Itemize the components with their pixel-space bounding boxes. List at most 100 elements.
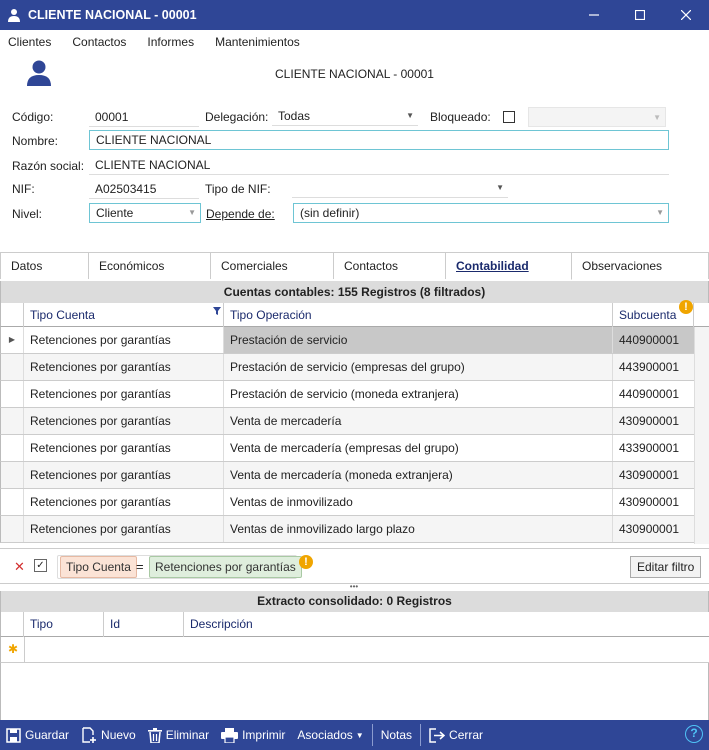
row-indicator[interactable] xyxy=(1,408,24,434)
cell-tipo-operacion[interactable]: Ventas de inmovilizado xyxy=(224,489,613,515)
table-row[interactable]: Retenciones por garantías Prestación de s… xyxy=(0,354,695,381)
tab-economicos[interactable]: Económicos xyxy=(89,252,211,279)
depende-de-link[interactable]: Depende de: xyxy=(206,207,275,221)
table-row[interactable]: ▶ Retenciones por garantías Prestación de … xyxy=(0,327,695,354)
cell-subcuenta[interactable]: 430900001 xyxy=(613,489,695,515)
cell-tipo-cuenta[interactable]: Retenciones por garantías xyxy=(24,381,224,407)
nif-field[interactable]: A02503415 xyxy=(89,179,199,199)
cell-subcuenta[interactable]: 443900001 xyxy=(613,354,695,380)
cell-tipo-cuenta[interactable]: Retenciones por garantías xyxy=(24,354,224,380)
guardar-button[interactable]: Guardar xyxy=(0,720,75,750)
column-tipo-operacion[interactable]: Tipo Operación xyxy=(224,303,613,327)
asociados-button[interactable]: Asociados ▼ xyxy=(291,720,369,750)
tab-datos[interactable]: Datos xyxy=(0,252,89,279)
cell-subcuenta[interactable]: 433900001 xyxy=(613,435,695,461)
notas-button[interactable]: Notas xyxy=(375,720,418,750)
tab-contabilidad[interactable]: Contabilidad xyxy=(446,252,572,280)
table-row[interactable]: Retenciones por garantías Venta de mercad… xyxy=(0,435,695,462)
column-id[interactable]: Id xyxy=(104,612,184,637)
row-indicator[interactable] xyxy=(1,516,24,542)
row-indicator[interactable] xyxy=(1,435,24,461)
cell-tipo-cuenta[interactable]: Retenciones por garantías xyxy=(24,489,224,515)
delegacion-select[interactable]: Todas ▼ xyxy=(272,106,418,126)
table-row[interactable]: Retenciones por garantías Ventas de inmov… xyxy=(0,489,695,516)
filter-operator[interactable]: = xyxy=(136,559,144,574)
chevron-down-icon: ▼ xyxy=(496,183,504,192)
tab-observaciones[interactable]: Observaciones xyxy=(572,252,709,279)
nif-label: NIF: xyxy=(12,182,35,196)
minimize-button[interactable] xyxy=(571,0,617,30)
cell-tipo-operacion[interactable]: Ventas de inmovilizado largo plazo xyxy=(224,516,613,542)
filter-value-chip[interactable]: Retenciones por garantías xyxy=(149,556,302,578)
filter-field-chip[interactable]: Tipo Cuenta xyxy=(60,556,137,578)
new-row[interactable]: ✱ xyxy=(0,637,709,663)
codigo-field[interactable]: 00001 xyxy=(89,107,199,127)
cell-tipo-cuenta[interactable]: Retenciones por garantías xyxy=(24,435,224,461)
bloqueado-checkbox[interactable] xyxy=(503,111,515,123)
column-descripcion[interactable]: Descripción xyxy=(184,612,709,637)
menu-clientes[interactable]: Clientes xyxy=(0,35,59,49)
help-icon[interactable]: ? xyxy=(685,725,703,743)
row-indicator[interactable] xyxy=(1,381,24,407)
cell-tipo-operacion[interactable]: Prestación de servicio (moneda extranjer… xyxy=(224,381,613,407)
cell-tipo-operacion[interactable]: Prestación de servicio xyxy=(224,327,613,353)
column-tipo-cuenta[interactable]: Tipo Cuenta xyxy=(24,303,224,327)
column-label: Id xyxy=(110,617,121,631)
razon-social-field[interactable]: CLIENTE NACIONAL xyxy=(89,155,669,175)
grid-header: Tipo Cuenta Tipo Operación Subcuenta ! xyxy=(0,300,709,327)
table-row[interactable]: Retenciones por garantías Venta de mercad… xyxy=(0,462,695,489)
table-row[interactable]: Retenciones por garantías Ventas de inmov… xyxy=(0,516,695,543)
grid-scrollbar[interactable] xyxy=(694,327,709,544)
filter-icon[interactable] xyxy=(213,307,221,315)
tipo-nif-select[interactable]: ▼ xyxy=(292,178,508,198)
table-row[interactable]: Retenciones por garantías Venta de mercad… xyxy=(0,408,695,435)
notas-label: Notas xyxy=(380,728,413,742)
row-indicator[interactable]: ▶ xyxy=(1,327,24,353)
row-indicator[interactable] xyxy=(1,462,24,488)
row-indicator-header xyxy=(1,303,24,327)
clear-filter-icon[interactable]: ✕ xyxy=(14,559,25,575)
cell-tipo-cuenta[interactable]: Retenciones por garantías xyxy=(24,462,224,488)
table-row[interactable]: Retenciones por garantías Prestación de s… xyxy=(0,381,695,408)
splitter-handle[interactable]: ••• xyxy=(346,583,362,591)
printer-icon xyxy=(221,727,239,743)
eliminar-button[interactable]: Eliminar xyxy=(142,720,215,750)
cell-subcuenta[interactable]: 440900001 xyxy=(613,327,695,353)
menu-informes[interactable]: Informes xyxy=(139,35,202,49)
menu-mantenimientos[interactable]: Mantenimientos xyxy=(207,35,308,49)
bloqueado-reason-select[interactable]: ▼ xyxy=(528,107,666,127)
cell-subcuenta[interactable]: 430900001 xyxy=(613,408,695,434)
nuevo-button[interactable]: Nuevo xyxy=(75,720,142,750)
cell-tipo-operacion[interactable]: Prestación de servicio (empresas del gru… xyxy=(224,354,613,380)
cell-subcuenta[interactable]: 430900001 xyxy=(613,516,695,542)
edit-filter-button[interactable]: Editar filtro xyxy=(630,556,702,578)
cell-subcuenta[interactable]: 440900001 xyxy=(613,381,695,407)
maximize-button[interactable] xyxy=(617,0,663,30)
cell-tipo-cuenta[interactable]: Retenciones por garantías xyxy=(24,408,224,434)
cell-tipo-operacion[interactable]: Venta de mercadería (moneda extranjera) xyxy=(224,462,613,488)
nombre-label: Nombre: xyxy=(12,134,59,148)
cerrar-button[interactable]: Cerrar xyxy=(423,720,489,750)
cell-tipo-operacion[interactable]: Venta de mercadería xyxy=(224,408,613,434)
row-indicator[interactable] xyxy=(1,489,24,515)
codigo-label: Código: xyxy=(12,110,54,124)
tab-comerciales[interactable]: Comerciales xyxy=(211,252,334,279)
menu-contactos[interactable]: Contactos xyxy=(64,35,134,49)
close-icon xyxy=(681,10,691,20)
tab-contactos[interactable]: Contactos xyxy=(334,252,446,279)
cell-tipo-cuenta[interactable]: Retenciones por garantías xyxy=(24,327,224,353)
cell-subcuenta[interactable]: 430900001 xyxy=(613,462,695,488)
delegacion-label: Delegación: xyxy=(205,110,269,124)
imprimir-button[interactable]: Imprimir xyxy=(215,720,291,750)
cell-tipo-cuenta[interactable]: Retenciones por garantías xyxy=(24,516,224,542)
cell-tipo-operacion[interactable]: Venta de mercadería (empresas del grupo) xyxy=(224,435,613,461)
row-indicator[interactable] xyxy=(1,354,24,380)
nivel-select[interactable]: Cliente ▼ xyxy=(89,203,201,223)
filter-enabled-checkbox[interactable]: ✓ xyxy=(34,559,47,572)
column-tipo[interactable]: Tipo xyxy=(24,612,104,637)
depende-de-select[interactable]: (sin definir) ▼ xyxy=(293,203,669,223)
filter-bar: ✕ ✓ Tipo Cuenta = Retenciones por garant… xyxy=(0,548,709,584)
guardar-label: Guardar xyxy=(25,728,70,742)
close-button[interactable] xyxy=(663,0,709,30)
nombre-field[interactable]: CLIENTE NACIONAL xyxy=(89,130,669,150)
